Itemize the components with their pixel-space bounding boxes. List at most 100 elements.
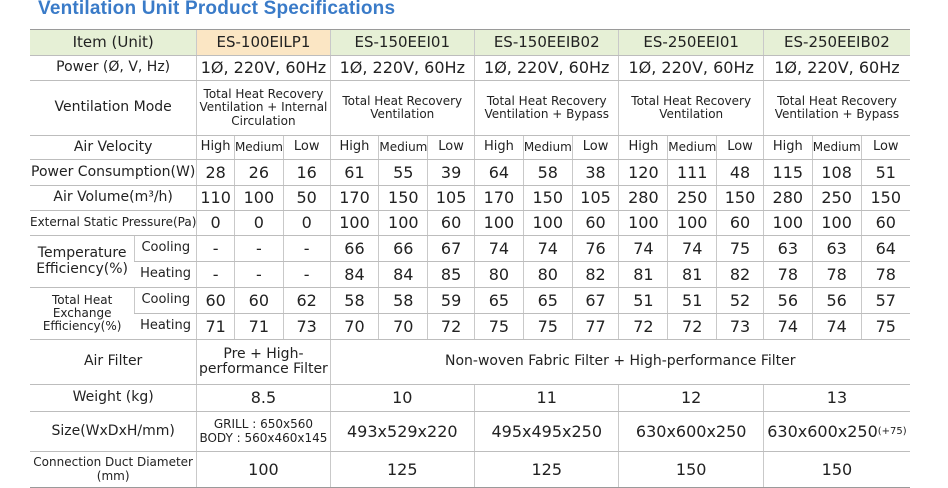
speed-low: Low — [427, 135, 475, 160]
volume-cell: 150 — [716, 185, 764, 211]
temp-heating-cell: 78 — [860, 261, 910, 288]
heat-cooling-cell: 56 — [811, 287, 862, 314]
consumption-cell: 61 — [329, 159, 379, 186]
heat-heating-cell: 73 — [282, 313, 331, 340]
row-label: External Static Pressure(Pa) — [30, 210, 197, 236]
pressure-cell: 100 — [618, 210, 668, 236]
weight-value: 11 — [473, 384, 619, 412]
heat-cooling-cell: 58 — [378, 287, 428, 314]
model-header: ES-100EILP1 — [196, 29, 331, 56]
speed-medium: Medium — [233, 135, 284, 160]
volume-cell: 280 — [762, 185, 813, 211]
temp-cooling-cell: - — [233, 235, 284, 262]
temp-cooling-cell: 76 — [571, 235, 619, 262]
pressure-cell: 60 — [716, 210, 764, 236]
consumption-cell: 64 — [474, 159, 524, 186]
power-value: 1Ø, 220V, 60Hz — [762, 55, 910, 81]
heat-heating-cell: 71 — [196, 313, 235, 340]
heat-cooling-cell: 51 — [667, 287, 717, 314]
model-header: ES-250EEIB02 — [762, 29, 910, 56]
power-value: 1Ø, 220V, 60Hz — [329, 55, 475, 81]
weight-value: 8.5 — [196, 384, 331, 412]
heat-cooling-cell: 52 — [716, 287, 764, 314]
speed-medium: Medium — [667, 135, 717, 160]
weight-value: 10 — [329, 384, 475, 412]
table-row: Connection Duct Diameter (mm) 100 125 12… — [30, 451, 910, 488]
pressure-cell: 0 — [196, 210, 235, 236]
heat-cooling-cell: 62 — [282, 287, 331, 314]
temp-cooling-cell: 75 — [716, 235, 764, 262]
heat-heating-cell: 70 — [378, 313, 428, 340]
temp-cooling-cell: - — [282, 235, 331, 262]
row-label: Air Volume(m³/h) — [30, 185, 197, 211]
pressure-cell: 100 — [667, 210, 717, 236]
size-value: 495x495x250 — [473, 411, 619, 452]
table-row: Heating - - - 84 84 85 80 80 82 81 81 82… — [30, 261, 910, 288]
heat-cooling-cell: 56 — [762, 287, 813, 314]
temp-heating-cell: 81 — [667, 261, 717, 288]
heat-cooling-cell: 65 — [522, 287, 573, 314]
volume-cell: 110 — [196, 185, 235, 211]
mode-value: Total Heat Recovery Ventilation — [329, 80, 475, 136]
pressure-cell: 100 — [329, 210, 379, 236]
cooling-label: Cooling — [134, 235, 197, 262]
pressure-cell: 100 — [522, 210, 573, 236]
table-row: Weight (kg) 8.5 10 11 12 13 — [30, 384, 910, 412]
temp-heating-cell: - — [233, 261, 284, 288]
temp-heating-cell: 80 — [474, 261, 524, 288]
volume-cell: 150 — [860, 185, 910, 211]
consumption-cell: 120 — [618, 159, 668, 186]
power-value: 1Ø, 220V, 60Hz — [196, 55, 331, 81]
volume-cell: 50 — [282, 185, 331, 211]
pressure-cell: 60 — [427, 210, 475, 236]
pressure-cell: 100 — [762, 210, 813, 236]
table-row: External Static Pressure(Pa) 0 0 0 100 1… — [30, 210, 910, 236]
heat-heating-cell: 72 — [427, 313, 475, 340]
heat-cooling-cell: 67 — [571, 287, 619, 314]
duct-value: 150 — [618, 451, 764, 488]
table-row: Size(WxDxH/mm) GRILL : 650x560 BODY : 56… — [30, 411, 910, 452]
temp-heating-cell: 78 — [811, 261, 862, 288]
heat-heating-cell: 72 — [667, 313, 717, 340]
volume-cell: 170 — [329, 185, 379, 211]
filter-value: Non-woven Fabric Filter + High-performan… — [329, 339, 910, 385]
speed-low: Low — [860, 135, 910, 160]
temp-cooling-cell: - — [196, 235, 235, 262]
duct-value: 125 — [473, 451, 619, 488]
temp-heating-cell: 82 — [716, 261, 764, 288]
heat-cooling-cell: 58 — [329, 287, 379, 314]
heat-heating-cell: 70 — [329, 313, 379, 340]
size-value: 493x529x220 — [329, 411, 475, 452]
consumption-cell: 108 — [811, 159, 862, 186]
volume-cell: 170 — [474, 185, 524, 211]
consumption-cell: 28 — [196, 159, 235, 186]
table-row: Air Velocity High Medium Low High Medium… — [30, 135, 910, 160]
temp-cooling-cell: 67 — [427, 235, 475, 262]
heat-heating-cell: 74 — [762, 313, 813, 340]
row-label: Temperature Efficiency(%) — [30, 235, 135, 288]
heating-label: Heating — [134, 261, 197, 288]
volume-cell: 105 — [427, 185, 475, 211]
model-header: ES-150EEIB02 — [473, 29, 619, 56]
speed-medium: Medium — [378, 135, 428, 160]
volume-cell: 100 — [233, 185, 284, 211]
consumption-cell: 48 — [716, 159, 764, 186]
heat-heating-cell: 75 — [474, 313, 524, 340]
page-title: Ventilation Unit Product Specifications — [38, 0, 396, 19]
temp-cooling-cell: 74 — [618, 235, 668, 262]
filter-value: Pre + High-performance Filter — [196, 339, 331, 385]
heat-heating-cell: 71 — [233, 313, 284, 340]
row-label: Weight (kg) — [30, 384, 197, 412]
row-label: Air Velocity — [30, 135, 197, 160]
row-label: Size(WxDxH/mm) — [30, 411, 197, 452]
table-row: Power (Ø, V, Hz) 1Ø, 220V, 60Hz 1Ø, 220V… — [30, 55, 910, 81]
volume-cell: 250 — [811, 185, 862, 211]
speed-low: Low — [571, 135, 619, 160]
table-header-row: Item (Unit) ES-100EILP1 ES-150EEI01 ES-1… — [30, 29, 910, 56]
speed-low: Low — [282, 135, 331, 160]
heat-cooling-cell: 60 — [233, 287, 284, 314]
speed-high: High — [474, 135, 524, 160]
volume-cell: 105 — [571, 185, 619, 211]
speed-high: High — [762, 135, 813, 160]
heat-heating-cell: 75 — [860, 313, 910, 340]
